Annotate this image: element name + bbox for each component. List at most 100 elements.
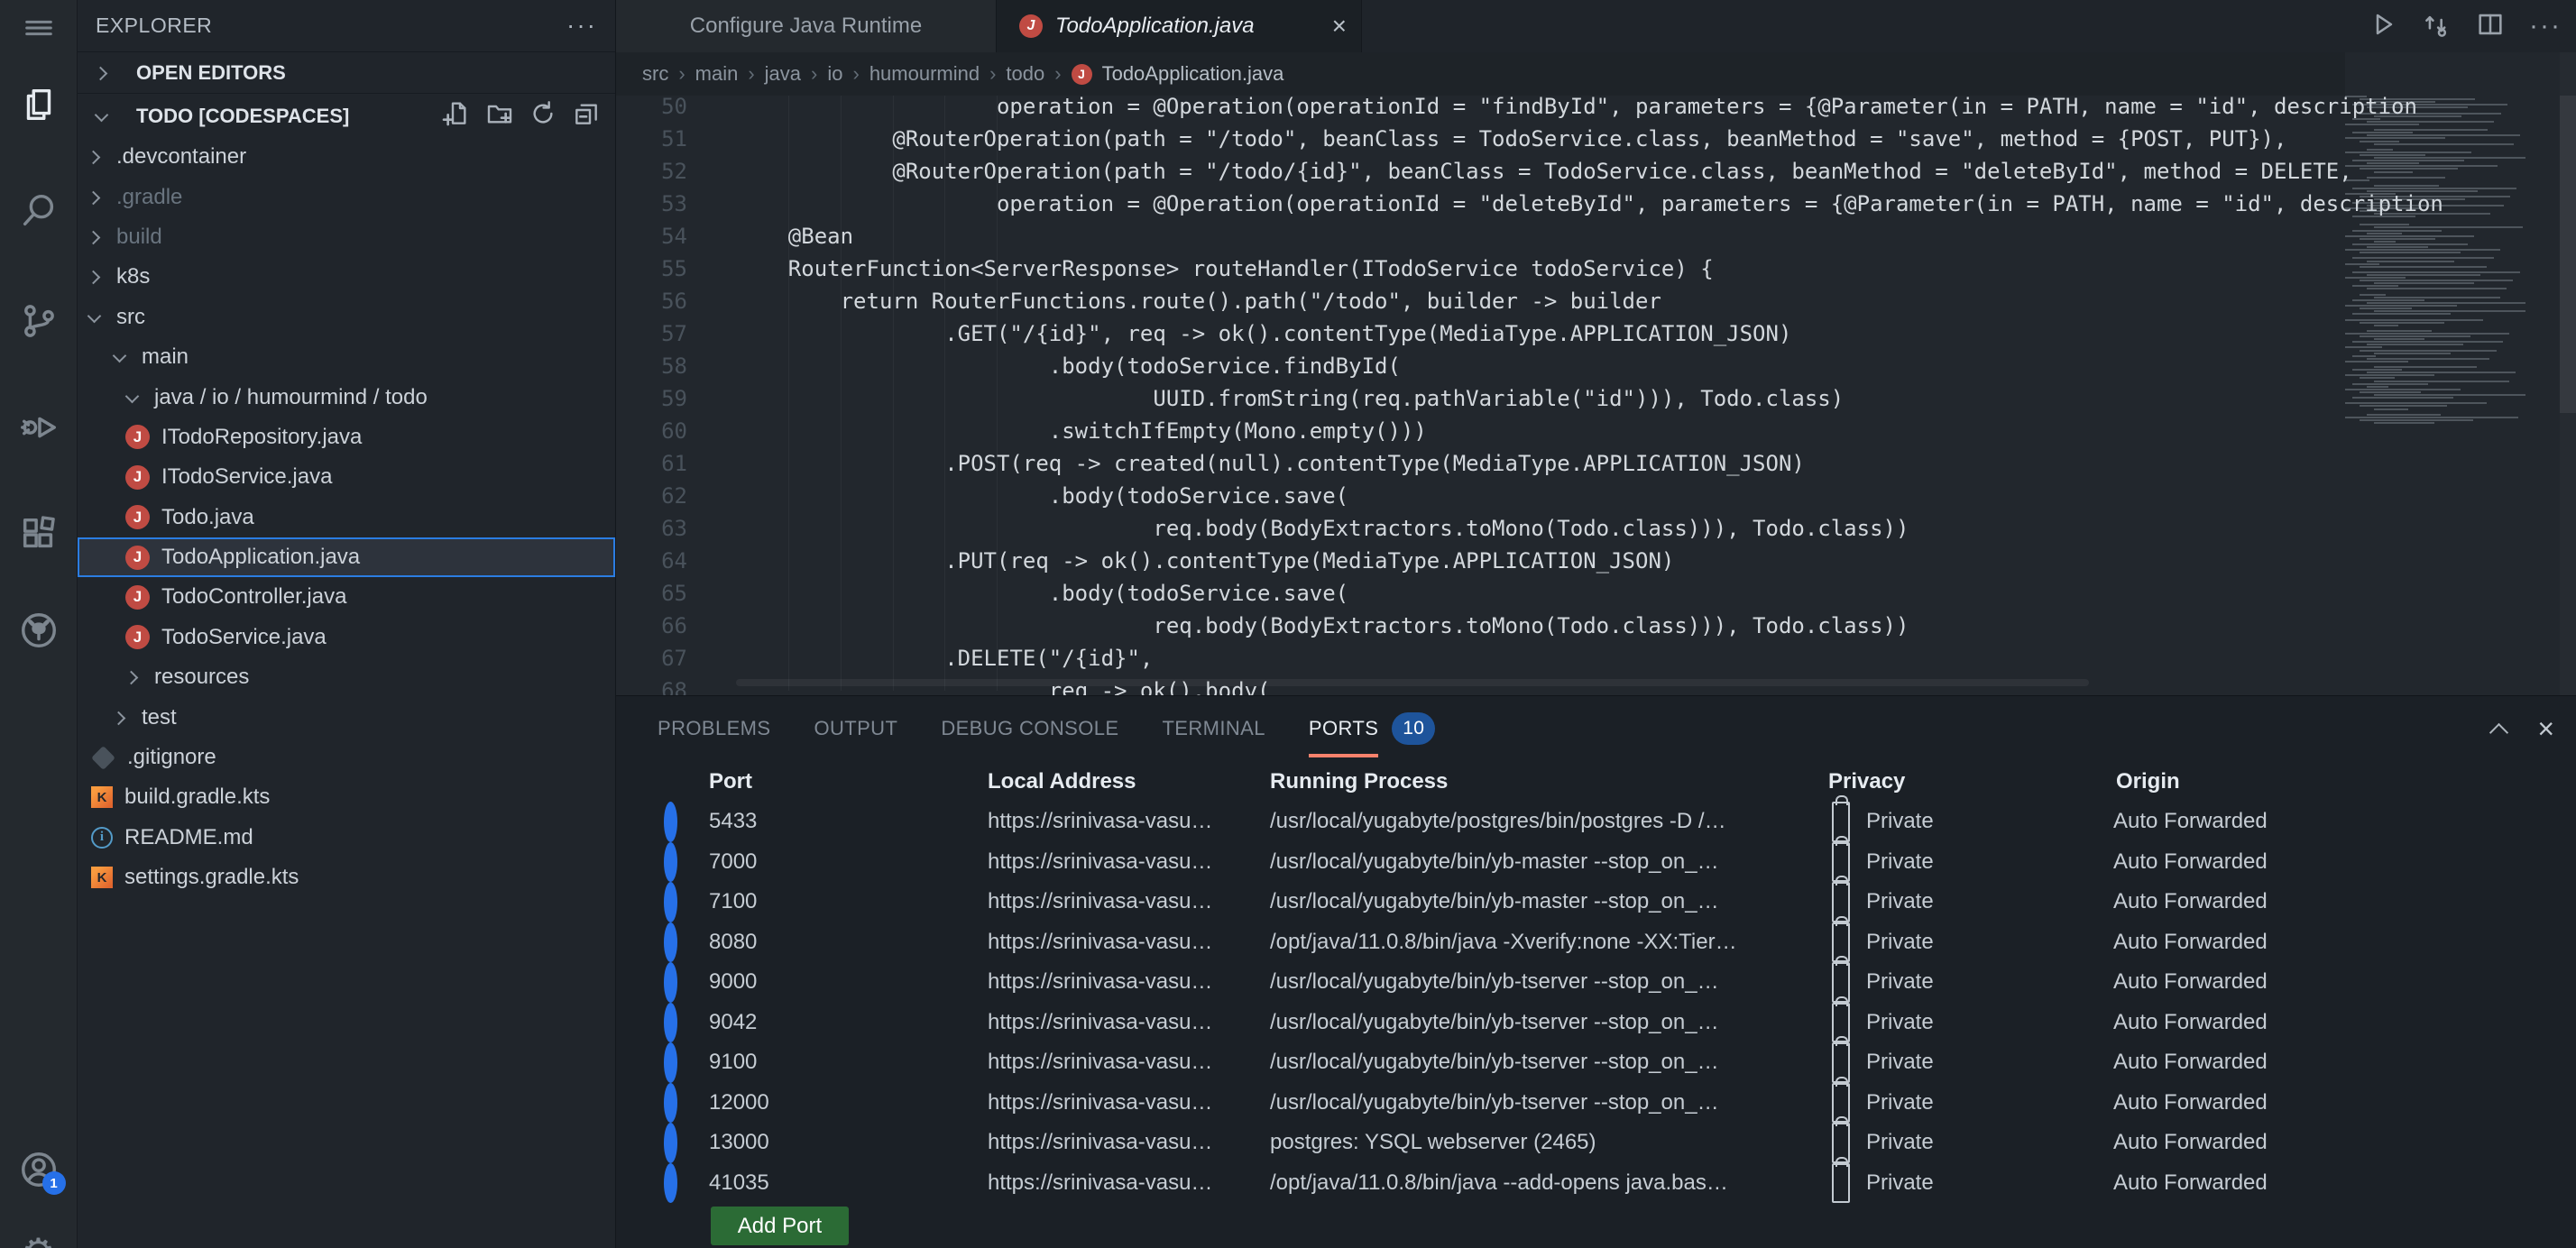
tab-configure-java-runtime[interactable]: Configure Java Runtime xyxy=(616,0,997,52)
explorer-more-actions-icon[interactable] xyxy=(566,11,597,40)
info-file-icon xyxy=(91,826,113,849)
panel-tab-label: OUTPUT xyxy=(814,716,898,739)
settings-gear-icon[interactable]: ⚙ xyxy=(22,1234,56,1248)
project-section-header[interactable]: TODO [CODESPACES] xyxy=(78,95,615,137)
search-icon[interactable] xyxy=(17,189,60,233)
code-text: req.body(BodyExtractors.toMono(Todo.clas… xyxy=(736,516,1909,541)
tree-item[interactable]: src xyxy=(78,298,615,337)
breadcrumb-item[interactable]: humourmind xyxy=(869,62,997,86)
breadcrumb-item[interactable]: main xyxy=(695,62,755,86)
tree-item[interactable]: ITodoService.java xyxy=(78,457,615,497)
panel-tab[interactable]: TERMINAL xyxy=(1162,696,1265,760)
tree-item-label: ITodoRepository.java xyxy=(161,424,363,449)
tree-item[interactable]: .gitignore xyxy=(78,738,615,777)
account-icon[interactable]: 1 xyxy=(17,1148,66,1195)
code-text: .POST(req -> created(null).contentType(M… xyxy=(736,451,1805,476)
tree-item[interactable]: .gradle xyxy=(78,177,615,216)
breadcrumb-file[interactable]: TodoApplication.java xyxy=(1071,62,1283,86)
code-line: 65 .body(todoService.save( xyxy=(616,577,2345,610)
tree-item[interactable]: TodoApplication.java xyxy=(78,537,615,578)
line-number: 68 xyxy=(661,678,687,695)
close-panel-icon[interactable] xyxy=(2537,714,2554,743)
panel-tab[interactable]: OUTPUT xyxy=(814,696,897,760)
vertical-scrollbar[interactable] xyxy=(2560,0,2576,695)
explorer-icon[interactable] xyxy=(17,83,60,126)
tree-item[interactable]: TodoService.java xyxy=(78,618,615,657)
new-folder-icon[interactable] xyxy=(485,99,514,133)
breadcrumb-item[interactable]: io xyxy=(827,62,859,86)
local-address-link[interactable]: https://srinivasa-vasu… xyxy=(988,1003,1212,1043)
breadcrumb-item[interactable]: java xyxy=(765,62,818,86)
tree-item[interactable]: test xyxy=(78,697,615,737)
port-status-dot-icon xyxy=(664,1042,677,1083)
panel-tab[interactable]: DEBUG CONSOLE xyxy=(941,696,1118,760)
port-row[interactable]: 13000 https://srinivasa-vasu… postgres: … xyxy=(616,1116,2576,1163)
panel-actions xyxy=(2490,696,2554,760)
tree-item[interactable]: ITodoRepository.java xyxy=(78,418,615,457)
local-address-link[interactable]: https://srinivasa-vasu… xyxy=(988,842,1212,883)
local-address-link[interactable]: https://srinivasa-vasu… xyxy=(988,922,1212,963)
port-row[interactable]: 12000 https://srinivasa-vasu… /usr/local… xyxy=(616,1076,2576,1124)
split-editor-icon[interactable] xyxy=(2475,9,2506,44)
local-address-link[interactable]: https://srinivasa-vasu… xyxy=(988,1163,1212,1204)
line-number: 61 xyxy=(661,451,687,476)
new-file-icon[interactable] xyxy=(442,99,471,133)
tree-item[interactable]: k8s xyxy=(78,257,615,297)
extensions-icon[interactable] xyxy=(17,513,60,556)
local-address-link[interactable]: https://srinivasa-vasu… xyxy=(988,962,1212,1003)
bottom-panel: PROBLEMS OUTPUT DEBUG CONSOLE TERMINAL P… xyxy=(616,695,2576,1248)
breadcrumb-item[interactable]: todo xyxy=(1006,62,1061,86)
java-file-icon xyxy=(125,625,150,650)
code-text: .body(todoService.findById( xyxy=(736,353,1401,379)
close-icon[interactable] xyxy=(1332,12,1347,41)
tree-item[interactable]: .devcontainer xyxy=(78,137,615,177)
add-port-button[interactable]: Add Port xyxy=(711,1207,849,1245)
tree-item[interactable]: build xyxy=(78,217,615,257)
sidebar-title: EXPLORER xyxy=(96,13,213,37)
refresh-icon[interactable] xyxy=(529,99,557,133)
port-row[interactable]: 7000 https://srinivasa-vasu… /usr/local/… xyxy=(616,835,2576,883)
horizontal-scrollbar[interactable] xyxy=(736,679,2089,686)
tree-item-label: Todo.java xyxy=(161,504,254,529)
run-debug-icon[interactable] xyxy=(17,406,60,449)
run-icon[interactable] xyxy=(2367,9,2397,44)
github-icon[interactable] xyxy=(17,609,60,652)
port-row[interactable]: 9100 https://srinivasa-vasu… /usr/local/… xyxy=(616,1036,2576,1083)
code-editor[interactable]: 50 operation = @Operation(operationId = … xyxy=(616,90,2443,695)
local-address-link[interactable]: https://srinivasa-vasu… xyxy=(988,882,1212,922)
local-address-link[interactable]: https://srinivasa-vasu… xyxy=(988,802,1212,842)
collapse-all-icon[interactable] xyxy=(572,99,601,133)
tab-todoapplication[interactable]: TodoApplication.java xyxy=(997,0,1362,52)
tree-item[interactable]: java / io / humourmind / todo xyxy=(78,377,615,417)
panel-tab[interactable]: PROBLEMS xyxy=(658,696,770,760)
tree-item[interactable]: README.md xyxy=(78,818,615,858)
sync-changes-icon[interactable] xyxy=(2421,9,2452,44)
open-editors-section[interactable]: OPEN EDITORS xyxy=(78,51,615,94)
port-status-dot-icon xyxy=(664,841,677,882)
code-text: RouterFunction<ServerResponse> routeHand… xyxy=(736,256,1714,281)
port-row[interactable]: 9042 https://srinivasa-vasu… /usr/local/… xyxy=(616,996,2576,1043)
breadcrumb-item[interactable]: src xyxy=(642,62,685,86)
port-status-dot-icon xyxy=(664,1082,677,1123)
port-number: 12000 xyxy=(709,1089,769,1115)
tree-item[interactable]: Todo.java xyxy=(78,498,615,537)
tree-item[interactable]: build.gradle.kts xyxy=(78,777,615,817)
port-row[interactable]: 7100 https://srinivasa-vasu… /usr/local/… xyxy=(616,876,2576,922)
tree-item[interactable]: resources xyxy=(78,657,615,697)
more-actions-icon[interactable] xyxy=(2529,11,2562,41)
tree-item[interactable]: TodoController.java xyxy=(78,577,615,617)
tree-item[interactable]: main xyxy=(78,337,615,377)
port-row[interactable]: 41035 https://srinivasa-vasu… /opt/java/… xyxy=(616,1156,2576,1204)
menu-icon[interactable] xyxy=(17,6,60,50)
local-address-link[interactable]: https://srinivasa-vasu… xyxy=(988,1042,1212,1083)
source-control-icon[interactable] xyxy=(17,299,60,343)
maximize-panel-icon[interactable] xyxy=(2490,719,2510,739)
port-row[interactable]: 5433 https://srinivasa-vasu… /usr/local/… xyxy=(616,795,2576,842)
port-row[interactable]: 9000 https://srinivasa-vasu… /usr/local/… xyxy=(616,956,2576,1003)
port-row[interactable]: 8080 https://srinivasa-vasu… /opt/java/1… xyxy=(616,915,2576,963)
minimap[interactable] xyxy=(2345,96,2560,438)
local-address-link[interactable]: https://srinivasa-vasu… xyxy=(988,1123,1212,1163)
panel-tab[interactable]: PORTS 10 xyxy=(1308,696,1436,760)
local-address-link[interactable]: https://srinivasa-vasu… xyxy=(988,1083,1212,1124)
tree-item[interactable]: settings.gradle.kts xyxy=(78,858,615,897)
